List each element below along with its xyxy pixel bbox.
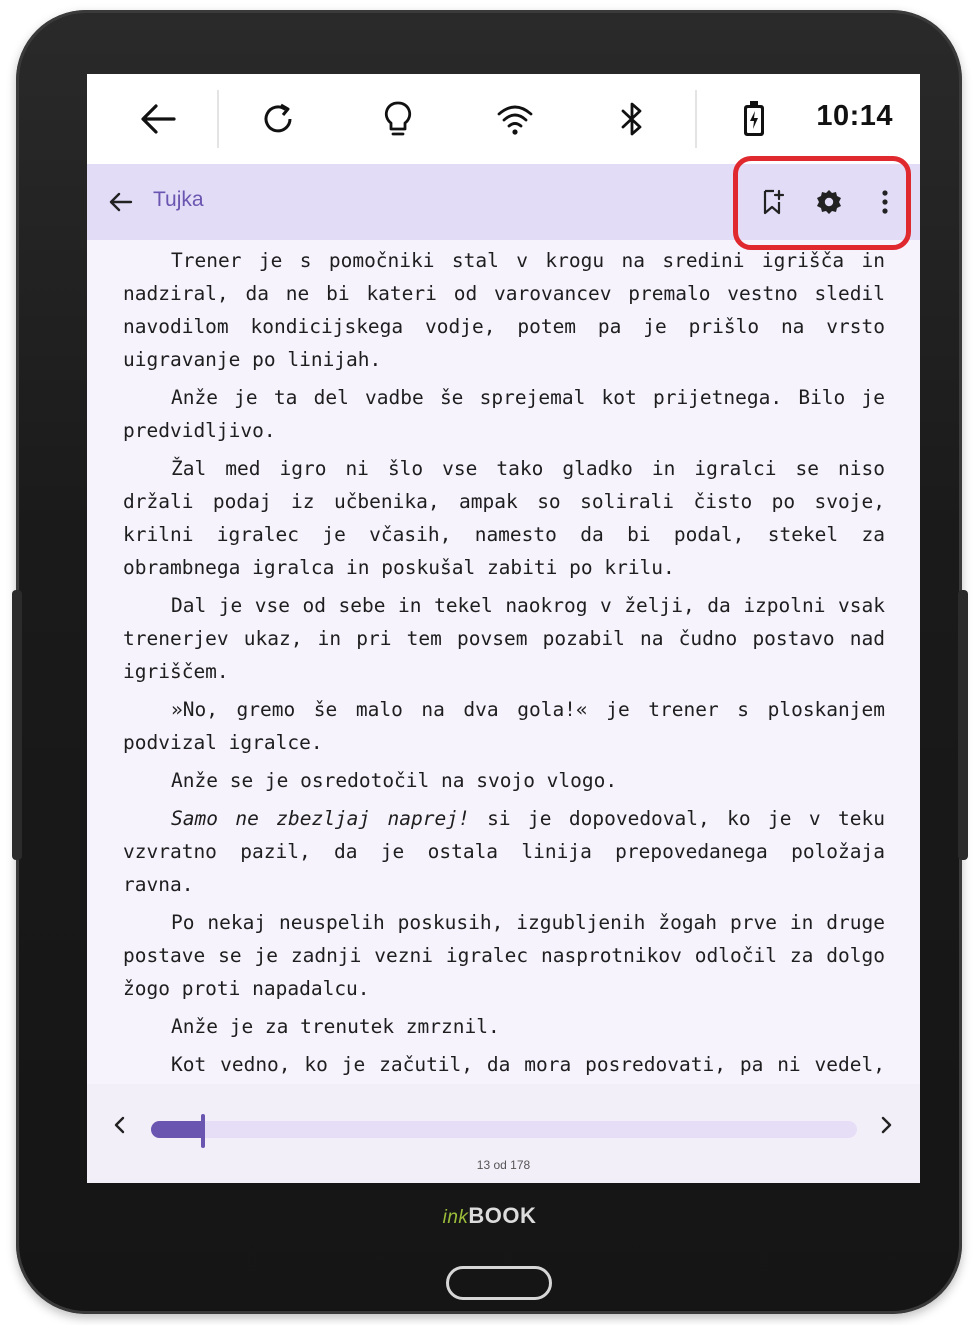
paragraph: Anže je ta del vadbe še sprejemal kot pr…	[123, 386, 885, 442]
back-arrow-icon[interactable]	[107, 188, 135, 216]
battery-icon[interactable]	[731, 96, 777, 142]
paragraph: Po nekaj neuspelih poskusih, izgubljenih…	[123, 911, 885, 1000]
highlight-box	[733, 156, 911, 250]
chevron-left-icon[interactable]	[107, 1112, 133, 1138]
bluetooth-icon[interactable]	[609, 96, 655, 142]
lightbulb-icon[interactable]	[375, 96, 421, 142]
status-bar: 10:14	[87, 74, 920, 164]
paragraph: Žal med igro ni šlo vse tako gladko in i…	[123, 457, 885, 579]
book-text: Trener je s pomočniki stal v krogu na sr…	[123, 244, 885, 1084]
reading-area[interactable]: Trener je s pomočniki stal v krogu na sr…	[87, 240, 920, 1084]
paragraph: Kot vedno, ko je začutil, da mora posred…	[171, 1053, 885, 1076]
italic-text: Samo ne zbezljaj naprej!	[171, 807, 470, 830]
page-navigation: 13 od 178	[87, 1084, 920, 1183]
paragraph: »No, gremo še malo na dva gola!« je tren…	[123, 698, 885, 754]
refresh-icon[interactable]	[255, 96, 301, 142]
clock: 10:14	[816, 100, 893, 132]
paragraph: Trener je s pomočniki stal v krogu na sr…	[123, 249, 885, 371]
paragraph: Anže se je osredotočil na svojo vlogo.	[171, 769, 618, 792]
progress-slider[interactable]	[151, 1121, 857, 1138]
wifi-icon[interactable]	[492, 96, 538, 142]
screen: 10:14 Tujka Trener je s pomočniki stal v…	[87, 74, 920, 1183]
book-title: Tujka	[153, 188, 204, 211]
side-button-right	[958, 590, 968, 860]
brand-logo: inkBOOK	[442, 1203, 537, 1228]
divider	[217, 90, 219, 148]
side-button-left	[12, 590, 22, 860]
page-counter: 13 od 178	[476, 1158, 531, 1172]
back-arrow-icon[interactable]	[135, 96, 181, 142]
progress-thumb[interactable]	[201, 1114, 205, 1148]
chevron-right-icon[interactable]	[873, 1112, 899, 1138]
paragraph: Samo ne zbezljaj naprej! si je dopovedov…	[123, 802, 885, 901]
home-button[interactable]	[446, 1266, 552, 1300]
progress-fill	[151, 1121, 203, 1138]
paragraph: Dal je vse od sebe in tekel naokrog v že…	[123, 594, 885, 683]
paragraph: Anže je za trenutek zmrznil.	[171, 1015, 500, 1038]
divider	[695, 90, 697, 148]
